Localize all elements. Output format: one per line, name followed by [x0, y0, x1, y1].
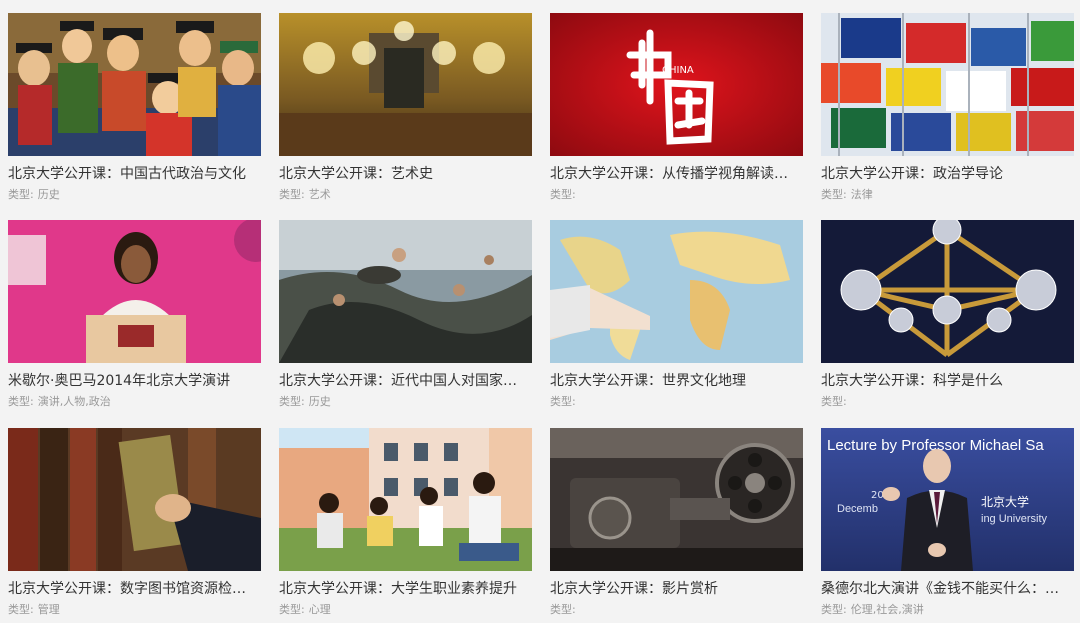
course-type: 类型: 伦理,社会,演讲 — [821, 603, 924, 617]
china-thumb-text: CHINA — [662, 65, 694, 76]
course-thumbnail[interactable] — [279, 428, 532, 571]
course-thumbnail[interactable] — [550, 428, 803, 571]
course-type-value: 伦理,社会,演讲 — [850, 603, 924, 616]
course-title[interactable]: 桑德尔北大演讲《金钱不能买什么：… — [821, 580, 1074, 598]
course-grid: 北京大学公开课：中国古代政治与文化 类型: 历史 北京大学公开课：艺术史 类型:… — [0, 0, 1080, 623]
course-card[interactable]: 北京大学公开课：影片赏析 类型: — [550, 428, 803, 623]
course-card[interactable]: 北京大学公开课：近代中国人对国家… 类型: 历史 — [279, 220, 532, 420]
course-type: 类型: 历史 — [8, 188, 60, 202]
course-card[interactable]: 北京大学公开课：世界文化地理 类型: — [550, 220, 803, 420]
course-type-value: 艺术 — [308, 188, 331, 201]
course-type: 类型: 法律 — [821, 188, 873, 202]
course-type-label: 类型: — [821, 603, 847, 616]
course-type-label: 类型: — [279, 603, 305, 616]
lecture-banner-cn: 北京大学 — [981, 494, 1029, 509]
course-type-value: 演讲,人物,政治 — [37, 395, 111, 408]
course-thumbnail[interactable]: Lecture by Professor Michael Sa 201 北京大学… — [821, 428, 1074, 571]
course-title[interactable]: 米歇尔·奥巴马2014年北京大学演讲 — [8, 372, 261, 390]
course-title[interactable]: 北京大学公开课：大学生职业素养提升 — [279, 580, 532, 598]
course-title[interactable]: 北京大学公开课：中国古代政治与文化 — [8, 165, 261, 183]
course-type: 类型: 历史 — [279, 395, 331, 409]
course-type-label: 类型: — [8, 395, 34, 408]
course-type: 类型: — [550, 188, 580, 202]
course-thumbnail[interactable] — [8, 13, 261, 156]
course-card[interactable]: Lecture by Professor Michael Sa 201 北京大学… — [821, 428, 1074, 623]
course-card[interactable]: 北京大学公开课：政治学导论 类型: 法律 — [821, 13, 1074, 213]
course-thumbnail[interactable] — [821, 13, 1074, 156]
course-type-value: 历史 — [308, 395, 331, 408]
course-type: 类型: — [550, 603, 580, 617]
course-type-label: 类型: — [8, 603, 34, 616]
course-card[interactable]: 北京大学公开课：数字图书馆资源检… 类型: 管理 — [8, 428, 261, 623]
course-thumbnail[interactable] — [279, 13, 532, 156]
course-title[interactable]: 北京大学公开课：艺术史 — [279, 165, 532, 183]
course-type-label: 类型: — [279, 188, 305, 201]
course-card[interactable]: 北京大学公开课：中国古代政治与文化 类型: 历史 — [8, 13, 261, 213]
course-type-label: 类型: — [550, 188, 576, 201]
course-type-label: 类型: — [821, 395, 847, 408]
course-type-value: 管理 — [37, 603, 60, 616]
course-type-value: 法律 — [850, 188, 873, 201]
course-type-label: 类型: — [550, 603, 576, 616]
course-thumbnail[interactable] — [8, 220, 261, 363]
course-type: 类型: 艺术 — [279, 188, 331, 202]
course-type-value: 历史 — [37, 188, 60, 201]
course-type: 类型: 心理 — [279, 603, 331, 617]
course-type: 类型: — [821, 395, 851, 409]
course-type: 类型: 演讲,人物,政治 — [8, 395, 111, 409]
course-thumbnail[interactable] — [821, 220, 1074, 363]
course-type: 类型: — [550, 395, 580, 409]
lecture-banner-date: Decemb — [837, 503, 878, 515]
course-type-label: 类型: — [550, 395, 576, 408]
course-title[interactable]: 北京大学公开课：从传播学视角解读… — [550, 165, 803, 183]
course-card[interactable]: 米歇尔·奥巴马2014年北京大学演讲 类型: 演讲,人物,政治 — [8, 220, 261, 420]
course-type-value: 心理 — [308, 603, 331, 616]
course-title[interactable]: 北京大学公开课：政治学导论 — [821, 165, 1074, 183]
course-card[interactable]: 北京大学公开课：艺术史 类型: 艺术 — [279, 13, 532, 213]
course-thumbnail[interactable] — [279, 220, 532, 363]
course-card[interactable]: CHINA 北京大学公开课：从传播学视角解读… 类型: — [550, 13, 803, 213]
course-title[interactable]: 北京大学公开课：近代中国人对国家… — [279, 372, 532, 390]
course-type: 类型: 管理 — [8, 603, 60, 617]
course-thumbnail[interactable]: CHINA — [550, 13, 803, 156]
course-card[interactable]: 北京大学公开课：科学是什么 类型: — [821, 220, 1074, 420]
course-thumbnail[interactable] — [8, 428, 261, 571]
course-type-label: 类型: — [821, 188, 847, 201]
course-type-label: 类型: — [279, 395, 305, 408]
course-card[interactable]: 北京大学公开课：大学生职业素养提升 类型: 心理 — [279, 428, 532, 623]
lecture-banner-univ: ing University — [981, 513, 1048, 525]
course-thumbnail[interactable] — [550, 220, 803, 363]
course-title[interactable]: 北京大学公开课：影片赏析 — [550, 580, 803, 598]
course-type-label: 类型: — [8, 188, 34, 201]
course-title[interactable]: 北京大学公开课：世界文化地理 — [550, 372, 803, 390]
course-title[interactable]: 北京大学公开课：数字图书馆资源检… — [8, 580, 261, 598]
course-title[interactable]: 北京大学公开课：科学是什么 — [821, 372, 1074, 390]
